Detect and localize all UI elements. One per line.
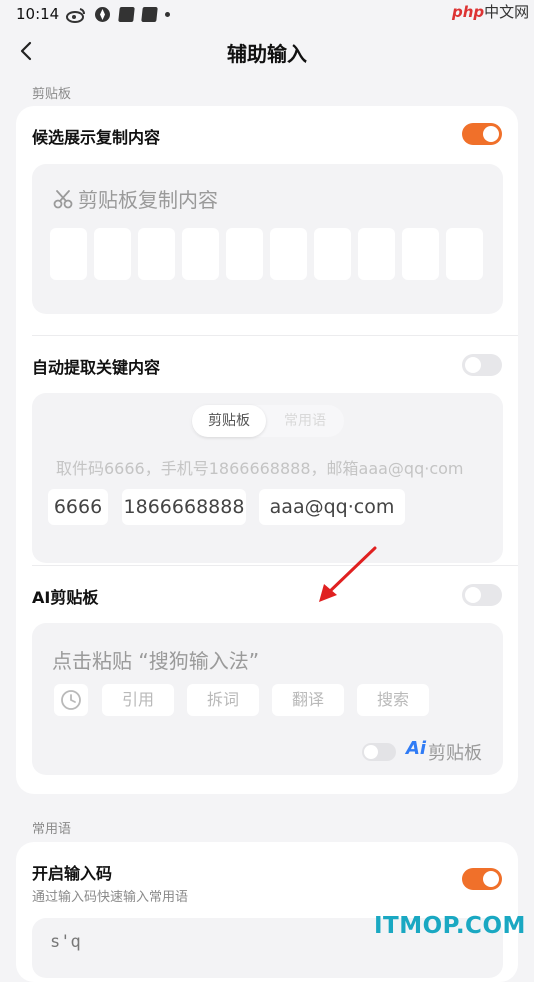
ai-action-split: 拆词 [187, 684, 259, 716]
extract-chip: aaa@qq·com [259, 489, 405, 525]
input-code-toggle[interactable] [462, 868, 502, 890]
extract-tab-switch: 剪贴板 常用语 [190, 405, 344, 437]
input-code-subtitle: 通过输入码快速输入常用语 [32, 890, 189, 905]
status-time: 10:14 [16, 5, 60, 23]
candidate-slot [50, 228, 87, 280]
ai-preview: 点击粘贴 “搜狗输入法” 引用 拆词 翻译 搜索 Ai 剪贴板 [32, 623, 503, 775]
ai-paste-hint: 点击粘贴 “搜狗输入法” [52, 649, 260, 673]
page-title: 辅助输入 [227, 42, 307, 66]
section-label-common-phrases: 常用语 [32, 822, 72, 837]
extract-chip: 6666 [48, 489, 108, 525]
tab-clipboard[interactable]: 剪贴板 [192, 405, 266, 437]
tab-common-phrases[interactable]: 常用语 [268, 405, 342, 437]
candidate-slot [358, 228, 395, 280]
notification-icon [141, 7, 158, 22]
ai-badge-label: 剪贴板 [428, 743, 482, 764]
divider [32, 565, 518, 566]
app-icon [95, 7, 110, 22]
status-bar: 10:14 php中文网 [0, 0, 534, 28]
common-phrases-card: 开启输入码 通过输入码快速输入常用语 s'q [16, 842, 518, 982]
candidate-slot [94, 228, 131, 280]
extract-toggle[interactable] [462, 354, 502, 376]
ai-action-translate: 翻译 [272, 684, 344, 716]
candidate-slot [270, 228, 307, 280]
divider [32, 335, 518, 336]
input-code-title: 开启输入码 [32, 864, 113, 883]
more-notifications-icon [165, 12, 170, 17]
notification-icon [118, 7, 135, 22]
candidate-preview: 剪贴板复制内容 [32, 164, 503, 314]
ai-action-search: 搜索 [357, 684, 429, 716]
clipboard-preview-title: 剪贴板复制内容 [78, 188, 218, 212]
ai-clipboard-toggle[interactable] [462, 584, 502, 606]
annotation-arrow [319, 546, 377, 602]
candidate-slot [446, 228, 483, 280]
ai-mini-toggle [362, 743, 396, 761]
history-button [54, 684, 88, 716]
candidate-slot [402, 228, 439, 280]
candidate-toggle[interactable] [462, 123, 502, 145]
watermark-top: php中文网 [452, 3, 530, 21]
ai-row-title: AI剪贴板 [32, 588, 99, 607]
extract-sample-text: 取件码6666，手机号1866668888，邮箱aaa@qq·com [56, 459, 464, 478]
extract-chip: 1866668888 [122, 489, 246, 525]
clipboard-settings-card: 候选展示复制内容 剪贴板复制内容 自动提取关键内容 剪贴板 常用语 取件码666… [16, 106, 518, 794]
status-icons [66, 6, 170, 23]
candidate-slot [138, 228, 175, 280]
ai-action-quote: 引用 [102, 684, 174, 716]
weibo-icon [66, 7, 85, 23]
candidate-slot [226, 228, 263, 280]
extract-preview: 剪贴板 常用语 取件码6666，手机号1866668888，邮箱aaa@qq·c… [32, 393, 503, 563]
ai-badge-logo: Ai [406, 738, 427, 759]
watermark-bottom: ITMOP.COM [374, 913, 526, 939]
candidate-slot [182, 228, 219, 280]
candidate-slot [314, 228, 351, 280]
section-label-clipboard: 剪贴板 [32, 87, 72, 102]
input-code-preview-text: s'q [50, 932, 81, 952]
extract-row-title: 自动提取关键内容 [32, 358, 161, 377]
clock-icon [61, 690, 81, 710]
scissors-icon [53, 190, 73, 209]
candidate-row-title: 候选展示复制内容 [32, 128, 161, 147]
candidate-key-row [50, 228, 483, 280]
